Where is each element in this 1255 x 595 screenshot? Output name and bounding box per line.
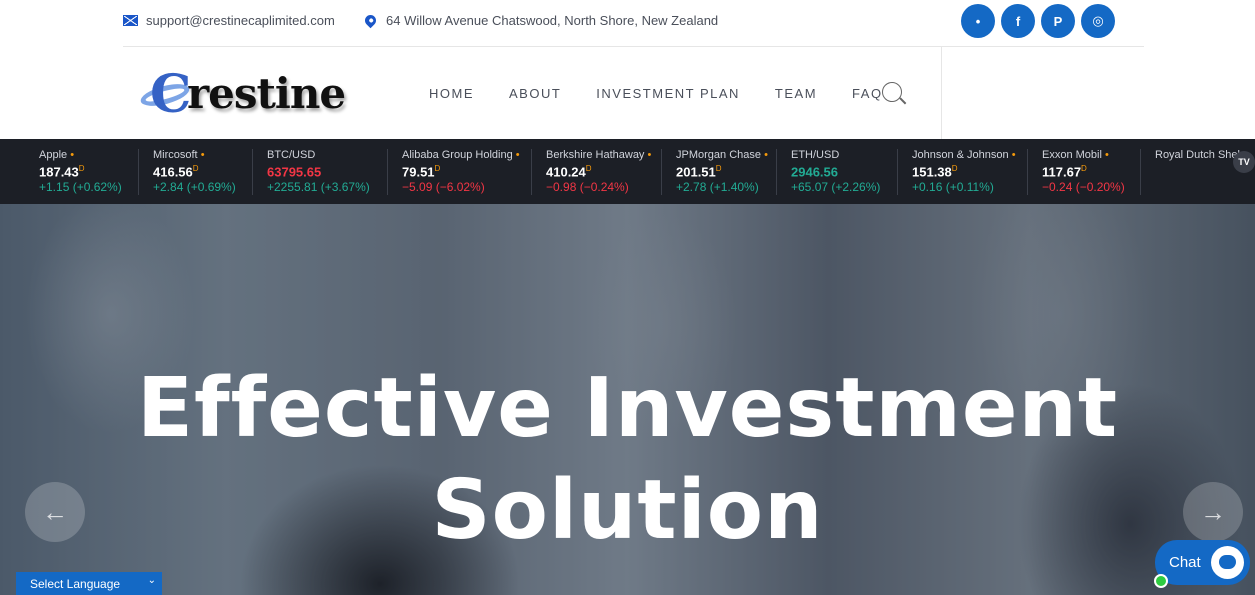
- address-text: 64 Willow Avenue Chatswood, North Shore,…: [386, 13, 719, 28]
- ticker-change: +0.16 (+0.11%): [912, 180, 994, 195]
- slider-prev-button[interactable]: ←: [25, 482, 85, 542]
- ticker-delay-mark: D: [192, 164, 199, 173]
- ticker-price: 187.43: [39, 164, 79, 180]
- nav-item-home[interactable]: HOME: [429, 86, 474, 101]
- ticker-item[interactable]: ETH/USD 2946.56 +65.07 (+2.26%): [776, 149, 880, 195]
- ticker-name: Apple: [39, 149, 68, 161]
- hero-title-line1: Effective Investment: [136, 361, 1119, 456]
- ticker-change: +2255.81 (+3.67%): [267, 180, 370, 195]
- ticker-status-dot: •: [764, 149, 768, 161]
- site-header: C restine HOME ABOUT INVESTMENT PLAN TEA…: [0, 47, 1255, 139]
- hero-banner: Effective Investment Solution ← →: [0, 204, 1255, 595]
- ticker-price: 151.38: [912, 164, 952, 180]
- ticker-change: −5.09 (−6.02%): [402, 180, 485, 195]
- pinterest-icon[interactable]: P: [1041, 4, 1075, 38]
- ticker-price: 63795.65: [267, 164, 322, 180]
- ticker-status-dot: •: [1011, 149, 1016, 161]
- ticker-status-dot: •: [515, 149, 520, 161]
- ticker-change: −0.98 (−0.24%): [546, 180, 629, 195]
- facebook-icon[interactable]: f: [1001, 4, 1035, 38]
- nav-item-investment-plan[interactable]: INVESTMENT PLAN: [596, 86, 740, 101]
- ticker-item[interactable]: Apple • 187.43D +1.15 (+0.62%): [25, 149, 122, 195]
- ticker-delay-mark: D: [434, 164, 441, 173]
- ticker-price: 410.24: [546, 164, 586, 180]
- header-divider: [941, 47, 942, 139]
- ticker-item[interactable]: BTC/USD 63795.65 +2255.81 (+3.67%): [252, 149, 370, 195]
- slider-next-button[interactable]: →: [1183, 482, 1243, 542]
- ticker-item[interactable]: JPMorgan Chase • 201.51D +2.78 (+1.40%): [661, 149, 768, 195]
- main-nav: HOME ABOUT INVESTMENT PLAN TEAM FAQ: [429, 86, 883, 101]
- ticker-change: +1.15 (+0.62%): [39, 180, 122, 195]
- ticker-status-dot: •: [1104, 149, 1109, 161]
- ticker-name: Royal Dutch Shel: [1155, 149, 1240, 161]
- chat-bubble-icon: [1211, 546, 1244, 579]
- ticker-status-dot: •: [200, 149, 205, 161]
- ticker-delay-mark: D: [585, 164, 592, 173]
- nav-item-faq[interactable]: FAQ: [852, 86, 883, 101]
- hero-title-line2: Solution: [431, 463, 824, 558]
- ticker-price: 201.51: [676, 164, 716, 180]
- twitter-icon[interactable]: •: [961, 4, 995, 38]
- ticker-price: 79.51: [402, 164, 435, 180]
- ticker-change: +65.07 (+2.26%): [791, 180, 881, 195]
- ticker-name: BTC/USD: [267, 149, 316, 161]
- stock-ticker: Apple • 187.43D +1.15 (+0.62%) Mircosoft • 4…: [0, 139, 1255, 204]
- logo-text: restine: [187, 68, 346, 118]
- ticker-name: Johnson & Johnson: [912, 149, 1009, 161]
- ticker-price: 2946.56: [791, 164, 838, 180]
- chat-label: Chat: [1169, 554, 1201, 571]
- ticker-change: +2.78 (+1.40%): [676, 180, 759, 195]
- ticker-item[interactable]: Berkshire Hathaway • 410.24D −0.98 (−0.24%…: [531, 149, 651, 195]
- ticker-change: +2.84 (+0.69%): [153, 180, 236, 195]
- nav-item-about[interactable]: ABOUT: [509, 86, 561, 101]
- envelope-icon: [123, 15, 138, 26]
- nav-item-team[interactable]: TEAM: [775, 86, 817, 101]
- ticker-change: −0.24 (−0.20%): [1042, 180, 1125, 195]
- ticker-item[interactable]: Alibaba Group Holding • 79.51D −5.09 (−6.0…: [387, 149, 520, 195]
- ticker-item[interactable]: Mircosoft • 416.56D +2.84 (+0.69%): [138, 149, 236, 195]
- ticker-price: 117.67: [1042, 164, 1082, 180]
- contact-address: 64 Willow Avenue Chatswood, North Shore,…: [362, 12, 719, 29]
- ticker-item[interactable]: Exxon Mobil • 117.67D −0.24 (−0.20%): [1027, 149, 1125, 195]
- ticker-delay-mark: D: [78, 164, 85, 173]
- chevron-down-icon: ⌄: [147, 575, 156, 586]
- map-pin-icon: [362, 12, 379, 29]
- tradingview-logo-icon[interactable]: TV: [1233, 151, 1255, 173]
- email-text[interactable]: support@crestinecaplimited.com: [146, 13, 335, 28]
- ticker-item[interactable]: Royal Dutch Shel: [1140, 149, 1240, 195]
- instagram-icon[interactable]: ◎: [1081, 4, 1115, 38]
- ticker-delay-mark: D: [951, 164, 958, 173]
- social-links: • f P ◎: [961, 4, 1115, 38]
- ticker-status-dot: •: [70, 149, 75, 161]
- ticker-name: ETH/USD: [791, 149, 840, 161]
- language-select[interactable]: Select Language ⌄: [16, 572, 162, 595]
- online-status-icon: [1154, 574, 1168, 588]
- ticker-name: Mircosoft: [153, 149, 198, 161]
- ticker-item[interactable]: Johnson & Johnson • 151.38D +0.16 (+0.11%): [897, 149, 1016, 195]
- top-bar: support@crestinecaplimited.com 64 Willow…: [0, 0, 1255, 46]
- ticker-name: Exxon Mobil: [1042, 149, 1102, 161]
- ticker-name: Alibaba Group Holding: [402, 149, 513, 161]
- logo-letter: C: [150, 63, 192, 125]
- ticker-status-dot: •: [647, 149, 652, 161]
- ticker-name: JPMorgan Chase: [676, 149, 761, 161]
- contact-email[interactable]: support@crestinecaplimited.com: [123, 13, 335, 28]
- language-select-label: Select Language: [30, 576, 121, 591]
- ticker-delay-mark: D: [1081, 164, 1087, 173]
- ticker-name: Berkshire Hathaway: [546, 149, 645, 161]
- site-logo[interactable]: C restine: [138, 63, 346, 125]
- ticker-price: 416.56: [153, 164, 193, 180]
- chat-button[interactable]: Chat: [1155, 540, 1250, 585]
- ticker-delay-mark: D: [715, 164, 722, 173]
- search-icon[interactable]: [882, 82, 902, 102]
- logo-mark: C: [138, 63, 195, 125]
